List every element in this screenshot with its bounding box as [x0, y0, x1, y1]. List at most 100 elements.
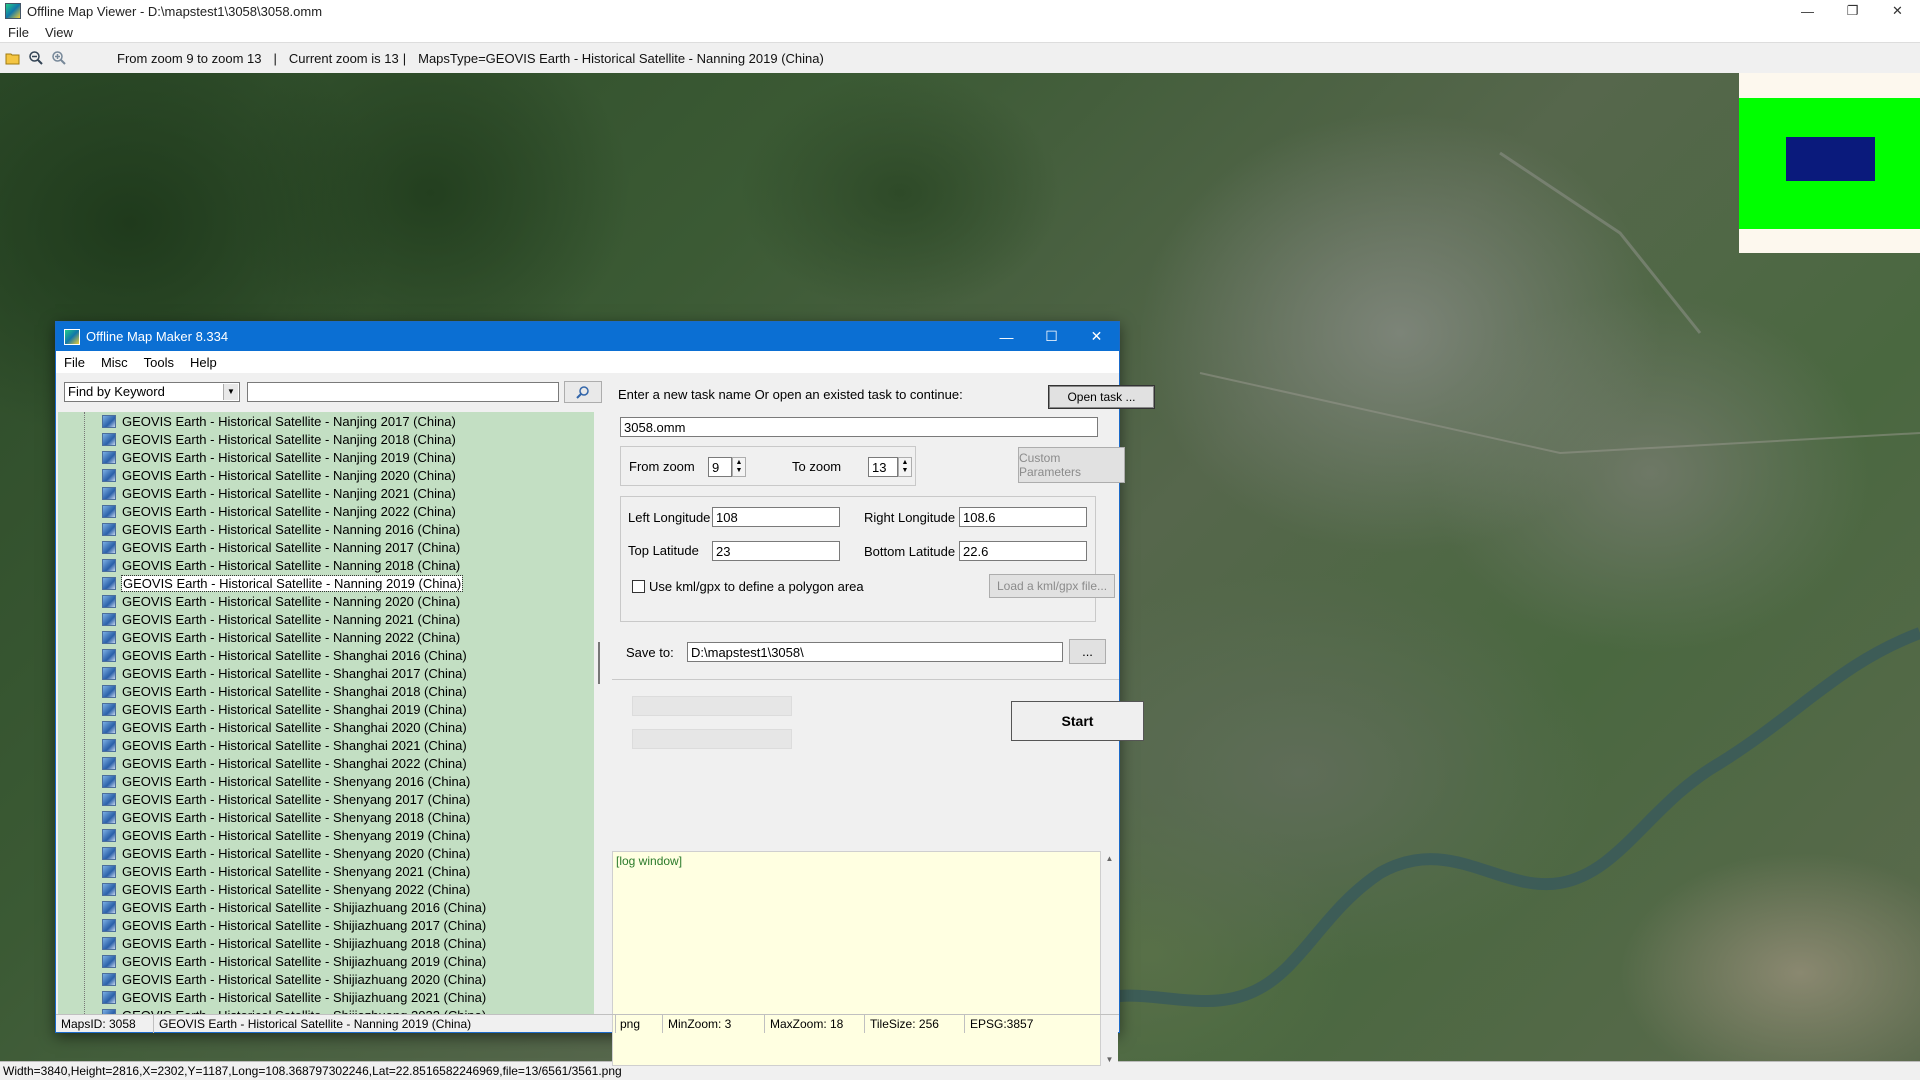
menu-file[interactable]: File: [56, 355, 93, 370]
start-button[interactable]: Start: [1011, 701, 1144, 741]
status-max-zoom: MaxZoom: 18: [770, 1017, 844, 1031]
tree-item[interactable]: GEOVIS Earth - Historical Satellite - Sh…: [58, 1006, 594, 1014]
tree-item-label: GEOVIS Earth - Historical Satellite - Sh…: [122, 845, 471, 861]
tree-item[interactable]: GEOVIS Earth - Historical Satellite - Na…: [58, 556, 594, 574]
menu-file[interactable]: File: [0, 25, 37, 40]
to-zoom-spinner[interactable]: ▲ ▼: [898, 457, 912, 477]
to-zoom-input[interactable]: [868, 457, 898, 477]
tree-item[interactable]: GEOVIS Earth - Historical Satellite - Na…: [58, 412, 594, 430]
tree-item[interactable]: GEOVIS Earth - Historical Satellite - Sh…: [58, 898, 594, 916]
tree-item[interactable]: GEOVIS Earth - Historical Satellite - Sh…: [58, 700, 594, 718]
log-scrollbar[interactable]: ▲ ▼: [1101, 851, 1118, 1066]
overview-minimap[interactable]: [1739, 73, 1920, 253]
browse-button[interactable]: ...: [1069, 639, 1106, 664]
status-separator: [662, 1015, 663, 1033]
menu-tools[interactable]: Tools: [136, 355, 182, 370]
tree-item[interactable]: GEOVIS Earth - Historical Satellite - Sh…: [58, 844, 594, 862]
tree-item[interactable]: GEOVIS Earth - Historical Satellite - Na…: [58, 520, 594, 538]
chevron-down-icon[interactable]: ▼: [223, 384, 238, 400]
load-kml-button[interactable]: Load a kml/gpx file...: [989, 574, 1115, 598]
tree-item[interactable]: GEOVIS Earth - Historical Satellite - Na…: [58, 592, 594, 610]
tree-item[interactable]: GEOVIS Earth - Historical Satellite - Sh…: [58, 826, 594, 844]
tree-item[interactable]: GEOVIS Earth - Historical Satellite - Na…: [58, 484, 594, 502]
from-zoom-spinner[interactable]: ▲ ▼: [732, 457, 746, 477]
from-zoom-input[interactable]: [708, 457, 732, 477]
tree-item[interactable]: GEOVIS Earth - Historical Satellite - Sh…: [58, 736, 594, 754]
tree-item[interactable]: GEOVIS Earth - Historical Satellite - Na…: [58, 628, 594, 646]
tree-item[interactable]: GEOVIS Earth - Historical Satellite - Sh…: [58, 664, 594, 682]
tree-item[interactable]: GEOVIS Earth - Historical Satellite - Sh…: [58, 880, 594, 898]
menu-view[interactable]: View: [37, 25, 81, 40]
tree-item[interactable]: GEOVIS Earth - Historical Satellite - Sh…: [58, 934, 594, 952]
map-layer-icon: [102, 558, 116, 572]
maximize-icon[interactable]: ☐: [1029, 322, 1074, 351]
map-layer-icon: [102, 720, 116, 734]
menu-misc[interactable]: Misc: [93, 355, 136, 370]
tree-item-label: GEOVIS Earth - Historical Satellite - Sh…: [122, 971, 487, 987]
use-kml-checkbox[interactable]: [632, 580, 645, 593]
spin-down-icon[interactable]: ▼: [902, 467, 909, 475]
tree-item-label: GEOVIS Earth - Historical Satellite - Sh…: [122, 737, 467, 753]
tree-item[interactable]: GEOVIS Earth - Historical Satellite - Na…: [58, 610, 594, 628]
map-layer-icon: [102, 810, 116, 824]
restore-icon[interactable]: ❐: [1830, 0, 1875, 22]
tree-item[interactable]: GEOVIS Earth - Historical Satellite - Sh…: [58, 718, 594, 736]
menu-help[interactable]: Help: [182, 355, 225, 370]
maps-tree[interactable]: GEOVIS Earth - Historical Satellite - Na…: [58, 412, 594, 1014]
open-folder-icon[interactable]: [3, 48, 23, 68]
spin-up-icon[interactable]: ▲: [736, 459, 743, 467]
tree-item[interactable]: GEOVIS Earth - Historical Satellite - Na…: [58, 502, 594, 520]
tree-item[interactable]: GEOVIS Earth - Historical Satellite - Sh…: [58, 790, 594, 808]
scroll-down-icon[interactable]: ▼: [1101, 1052, 1118, 1066]
right-longitude-input[interactable]: [959, 507, 1087, 527]
minimize-icon[interactable]: —: [1785, 0, 1830, 22]
top-latitude-input[interactable]: [712, 541, 840, 561]
left-longitude-input[interactable]: [712, 507, 840, 527]
map-layer-icon: [102, 846, 116, 860]
task-name-input[interactable]: [620, 417, 1098, 437]
top-latitude-label: Top Latitude: [628, 543, 699, 558]
status-separator: [764, 1015, 765, 1033]
tree-guide-line: [84, 412, 86, 1014]
zoom-range-text: From zoom 9 to zoom 13: [117, 50, 262, 66]
search-button[interactable]: [564, 381, 602, 403]
spin-up-icon[interactable]: ▲: [902, 459, 909, 467]
tree-item[interactable]: GEOVIS Earth - Historical Satellite - Na…: [58, 430, 594, 448]
tree-item-label: GEOVIS Earth - Historical Satellite - Sh…: [122, 809, 471, 825]
tree-item[interactable]: GEOVIS Earth - Historical Satellite - Na…: [58, 538, 594, 556]
save-to-input[interactable]: [687, 642, 1063, 662]
bottom-latitude-input[interactable]: [959, 541, 1087, 561]
tree-item[interactable]: GEOVIS Earth - Historical Satellite - Sh…: [58, 916, 594, 934]
viewer-status-text: Width=3840,Height=2816,X=2302,Y=1187,Lon…: [3, 1064, 622, 1078]
close-icon[interactable]: ✕: [1875, 0, 1920, 22]
tree-item[interactable]: GEOVIS Earth - Historical Satellite - Sh…: [58, 862, 594, 880]
tree-item[interactable]: GEOVIS Earth - Historical Satellite - Sh…: [58, 952, 594, 970]
spin-down-icon[interactable]: ▼: [736, 467, 743, 475]
custom-parameters-button[interactable]: Custom Parameters: [1018, 447, 1125, 483]
tree-item[interactable]: GEOVIS Earth - Historical Satellite - Sh…: [58, 988, 594, 1006]
scroll-up-icon[interactable]: ▲: [1101, 851, 1118, 865]
map-layer-icon: [102, 990, 116, 1004]
bottom-latitude-label: Bottom Latitude: [864, 544, 956, 559]
minimize-icon[interactable]: —: [984, 322, 1029, 351]
close-icon[interactable]: ✕: [1074, 322, 1119, 351]
tree-item[interactable]: GEOVIS Earth - Historical Satellite - Na…: [58, 466, 594, 484]
tree-scrollbar[interactable]: [594, 412, 612, 1014]
tree-item[interactable]: GEOVIS Earth - Historical Satellite - Sh…: [58, 970, 594, 988]
tree-items: GEOVIS Earth - Historical Satellite - Na…: [58, 412, 594, 1014]
tree-item[interactable]: GEOVIS Earth - Historical Satellite - Sh…: [58, 682, 594, 700]
zoom-out-icon[interactable]: [26, 48, 46, 68]
tree-item[interactable]: GEOVIS Earth - Historical Satellite - Sh…: [58, 808, 594, 826]
tree-item[interactable]: GEOVIS Earth - Historical Satellite - Na…: [58, 574, 594, 592]
tree-item[interactable]: GEOVIS Earth - Historical Satellite - Sh…: [58, 754, 594, 772]
search-input[interactable]: [247, 382, 559, 402]
zoom-in-icon[interactable]: [49, 48, 69, 68]
tree-item[interactable]: GEOVIS Earth - Historical Satellite - Sh…: [58, 772, 594, 790]
tree-item[interactable]: GEOVIS Earth - Historical Satellite - Na…: [58, 448, 594, 466]
scroll-thumb[interactable]: [598, 642, 600, 684]
find-mode-select[interactable]: Find by Keyword ▼: [64, 382, 240, 402]
log-window[interactable]: [log window]: [612, 851, 1101, 1066]
overview-viewport[interactable]: [1786, 137, 1875, 181]
tree-item[interactable]: GEOVIS Earth - Historical Satellite - Sh…: [58, 646, 594, 664]
open-task-button[interactable]: Open task ...: [1048, 385, 1155, 409]
